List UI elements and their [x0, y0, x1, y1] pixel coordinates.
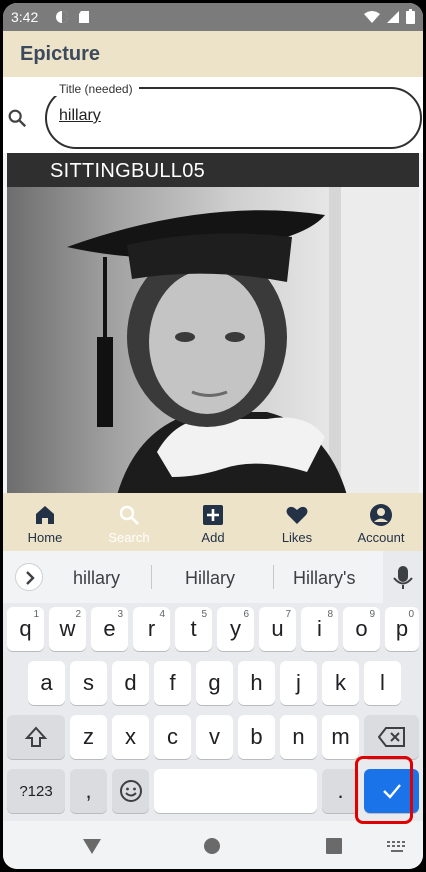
search-icon[interactable]: [6, 107, 28, 129]
key-o[interactable]: o9: [343, 607, 380, 651]
search-field-value[interactable]: hillary: [59, 107, 101, 125]
recents-icon[interactable]: [325, 837, 343, 855]
bottom-navigation: Home Search Add Likes Account: [3, 493, 423, 551]
key-c[interactable]: c: [154, 715, 191, 759]
key-p[interactable]: p0: [385, 607, 419, 651]
key-a[interactable]: a: [28, 661, 65, 705]
result-card-header: SITTINGBULL05: [7, 153, 419, 187]
key-d[interactable]: d: [112, 661, 149, 705]
key-b[interactable]: b: [238, 715, 275, 759]
suggestion-3[interactable]: Hillary's: [293, 568, 355, 589]
nav-search-label: Search: [108, 530, 150, 545]
nav-home[interactable]: Home: [3, 493, 87, 551]
comma-key[interactable]: ,: [70, 769, 107, 813]
key-m[interactable]: m: [322, 715, 359, 759]
key-l[interactable]: l: [364, 661, 401, 705]
key-q[interactable]: q1: [7, 607, 44, 651]
key-k[interactable]: k: [322, 661, 359, 705]
photo-illustration: [67, 187, 419, 495]
voice-input-button[interactable]: [383, 551, 423, 603]
account-icon: [370, 504, 392, 526]
microphone-icon: [393, 566, 413, 589]
keyboard-switch-icon[interactable]: [387, 841, 407, 853]
search-input[interactable]: [45, 87, 422, 149]
key-h[interactable]: h: [238, 661, 275, 705]
key-e[interactable]: e3: [91, 607, 128, 651]
device-screen: 3:42 Epicture Title (needed) hillary SIT…: [3, 3, 423, 869]
key-t[interactable]: t5: [175, 607, 212, 651]
emoji-key[interactable]: [112, 769, 149, 813]
nav-add-label: Add: [201, 530, 225, 545]
shift-key[interactable]: [7, 715, 65, 759]
nav-search[interactable]: Search: [87, 493, 171, 551]
key-r[interactable]: r4: [133, 607, 170, 651]
key-n[interactable]: n: [280, 715, 317, 759]
key-i[interactable]: i8: [301, 607, 338, 651]
backspace-icon: [377, 727, 405, 747]
search-section: Title (needed) hillary: [3, 77, 423, 153]
search-icon: [119, 505, 139, 525]
key-g[interactable]: g: [196, 661, 233, 705]
app-bar: Epicture: [3, 31, 423, 77]
nav-add[interactable]: Add: [171, 493, 255, 551]
suggestion-1[interactable]: hillary: [73, 568, 120, 589]
key-j[interactable]: j: [280, 661, 317, 705]
home-button-icon[interactable]: [203, 837, 221, 855]
key-s[interactable]: s: [70, 661, 107, 705]
symbols-key[interactable]: ?123: [7, 769, 65, 813]
key-y[interactable]: y6: [217, 607, 254, 651]
enter-key-highlight: [355, 756, 413, 824]
nav-likes-label: Likes: [281, 530, 313, 545]
key-v[interactable]: v: [196, 715, 233, 759]
shift-icon: [24, 726, 48, 747]
nav-likes[interactable]: Likes: [255, 493, 339, 551]
key-f[interactable]: f: [154, 661, 191, 705]
key-w[interactable]: w2: [49, 607, 86, 651]
suggestion-strip: hillary Hillary Hillary's: [3, 551, 423, 603]
app-title: Epicture: [20, 43, 101, 65]
expand-suggestions-button[interactable]: [15, 563, 43, 591]
wifi-icon: [364, 10, 380, 23]
heart-icon: [286, 506, 308, 524]
key-z[interactable]: z: [70, 715, 107, 759]
suggestion-divider: [151, 565, 152, 589]
battery-icon: [406, 9, 415, 24]
card-username: SITTINGBULL05: [50, 160, 206, 182]
chevron-right-icon: [26, 571, 35, 585]
key-u[interactable]: u7: [259, 607, 296, 651]
home-icon: [36, 506, 54, 524]
space-key[interactable]: [154, 769, 317, 813]
key-x[interactable]: x: [112, 715, 149, 759]
emoji-icon: [119, 780, 142, 802]
nav-account[interactable]: Account: [339, 493, 423, 551]
back-icon[interactable]: [81, 837, 103, 855]
period-key[interactable]: .: [322, 769, 359, 813]
system-nav-bar: [3, 821, 423, 869]
status-time: 3:42: [11, 9, 39, 25]
nav-account-label: Account: [357, 530, 405, 545]
backspace-key[interactable]: [364, 715, 419, 759]
status-bar: 3:42: [3, 3, 423, 31]
suggestion-2[interactable]: Hillary: [185, 568, 235, 589]
search-field-label: Title (needed): [53, 82, 139, 96]
add-icon: [203, 505, 223, 525]
nav-home-label: Home: [27, 530, 63, 545]
app-notification-icon: [56, 11, 68, 23]
sd-card-icon: [79, 11, 89, 23]
signal-icon: [387, 10, 399, 23]
suggestion-divider: [273, 565, 274, 589]
result-photo[interactable]: [7, 187, 419, 495]
